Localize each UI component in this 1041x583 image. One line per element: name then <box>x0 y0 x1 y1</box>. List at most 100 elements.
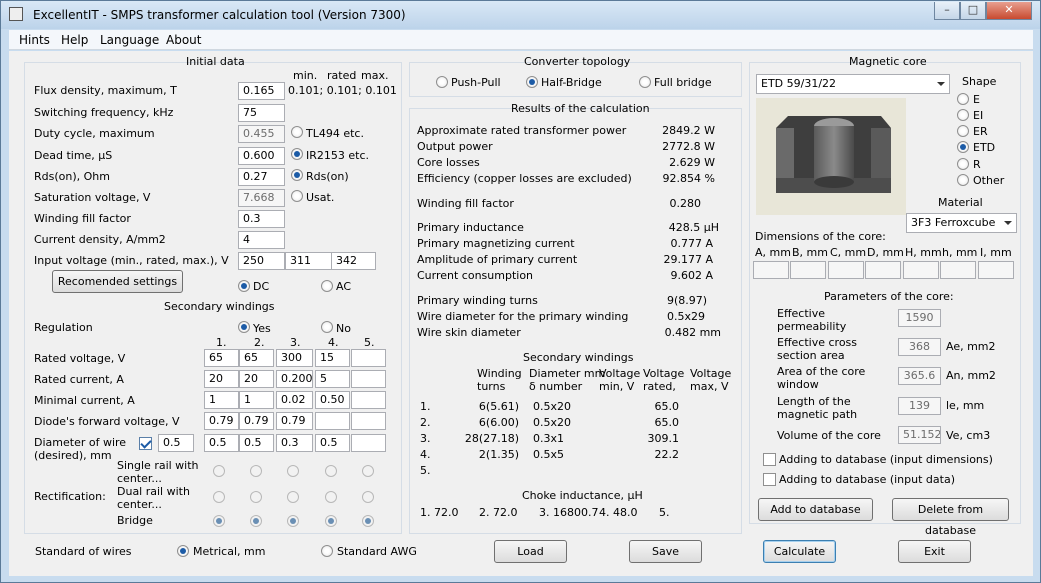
rated-current-2[interactable]: 20 <box>239 370 274 388</box>
exit-button[interactable]: Exit <box>898 540 971 563</box>
shape-ei-radio[interactable] <box>957 109 969 121</box>
material-select[interactable]: 3F3 Ferroxcube <box>906 213 1017 233</box>
rdson-radio[interactable] <box>291 169 303 181</box>
diode-5[interactable] <box>351 412 386 430</box>
flux-input[interactable]: 0.165 <box>238 82 285 100</box>
tl494-radio[interactable] <box>291 126 303 138</box>
maximize-icon[interactable]: □ <box>960 2 986 20</box>
shape-other-radio[interactable] <box>957 174 969 186</box>
rds-input[interactable]: 0.27 <box>238 168 285 186</box>
rated-voltage-2[interactable]: 65 <box>239 349 274 367</box>
dual-rail-radio-3[interactable] <box>287 491 299 503</box>
diameter-1[interactable]: 0.5 <box>204 434 239 452</box>
dead-input[interactable]: 0.600 <box>238 147 285 165</box>
menu-about[interactable]: About <box>166 33 201 47</box>
vin-min-input[interactable]: 250 <box>238 252 285 270</box>
duty-input[interactable]: 0.455 <box>238 125 285 143</box>
diameter-3[interactable]: 0.3 <box>276 434 313 452</box>
half-bridge-radio[interactable] <box>526 76 538 88</box>
perm-input[interactable]: 1590 <box>898 309 941 327</box>
dual-rail-radio-1[interactable] <box>213 491 225 503</box>
regulation-yes-radio[interactable] <box>238 321 250 333</box>
bridge-radio-1[interactable] <box>213 515 225 527</box>
ac-radio[interactable] <box>321 280 333 292</box>
vin-rated-input[interactable]: 311 <box>285 252 332 270</box>
diameter-default-input[interactable]: 0.5 <box>158 434 194 452</box>
an-input[interactable]: 365.6 <box>898 367 941 385</box>
vin-max-input[interactable]: 342 <box>331 252 376 270</box>
shape-er-radio[interactable] <box>957 125 969 137</box>
bridge-radio-4[interactable] <box>325 515 337 527</box>
close-icon[interactable]: ✕ <box>986 2 1032 20</box>
dim-a-input[interactable] <box>753 261 789 279</box>
minimal-current-3[interactable]: 0.02 <box>276 391 313 409</box>
le-input[interactable]: 139 <box>898 397 941 415</box>
minimal-current-2[interactable]: 1 <box>239 391 274 409</box>
dual-rail-radio-2[interactable] <box>250 491 262 503</box>
dim-h-input[interactable] <box>903 261 939 279</box>
shape-r-radio[interactable] <box>957 158 969 170</box>
rated-current-1[interactable]: 20 <box>204 370 239 388</box>
diode-1[interactable]: 0.79 <box>204 412 239 430</box>
calculate-button[interactable]: Calculate <box>763 540 836 563</box>
diameter-2[interactable]: 0.5 <box>239 434 274 452</box>
dc-radio[interactable] <box>238 280 250 292</box>
recommended-settings-button[interactable]: Recomended settings <box>52 270 183 293</box>
core-select[interactable]: ETD 59/31/22 <box>756 74 950 94</box>
diameter-4[interactable]: 0.5 <box>315 434 350 452</box>
rated-voltage-1[interactable]: 65 <box>204 349 239 367</box>
rated-voltage-4[interactable]: 15 <box>315 349 350 367</box>
diode-3[interactable]: 0.79 <box>276 412 313 430</box>
add-to-database-button[interactable]: Add to database <box>758 498 873 521</box>
menu-hints[interactable]: Hints <box>19 33 50 47</box>
diode-2[interactable]: 0.79 <box>239 412 274 430</box>
awg-radio[interactable] <box>321 545 333 557</box>
shape-e-radio[interactable] <box>957 93 969 105</box>
dual-rail-radio-4[interactable] <box>325 491 337 503</box>
ir2153-radio[interactable] <box>291 148 303 160</box>
rated-current-5[interactable] <box>351 370 386 388</box>
bridge-radio-5[interactable] <box>362 515 374 527</box>
diameter-checkbox[interactable] <box>139 437 152 450</box>
dim-d-input[interactable] <box>865 261 901 279</box>
minimize-icon[interactable]: – <box>934 2 960 20</box>
ve-input[interactable]: 51.152 <box>898 426 941 444</box>
diode-4[interactable] <box>315 412 350 430</box>
minimal-current-5[interactable] <box>351 391 386 409</box>
current-density-input[interactable]: 4 <box>238 231 285 249</box>
rated-current-4[interactable]: 5 <box>315 370 350 388</box>
single-rail-radio-5[interactable] <box>362 465 374 477</box>
single-rail-radio-3[interactable] <box>287 465 299 477</box>
rated-voltage-3[interactable]: 300 <box>276 349 313 367</box>
delete-from-database-button[interactable]: Delete from database <box>892 498 1009 537</box>
single-rail-radio-2[interactable] <box>250 465 262 477</box>
db-dims-checkbox[interactable] <box>763 453 776 466</box>
db-data-checkbox[interactable] <box>763 473 776 486</box>
single-rail-radio-4[interactable] <box>325 465 337 477</box>
rated-voltage-5[interactable] <box>351 349 386 367</box>
dual-rail-radio-5[interactable] <box>362 491 374 503</box>
menu-language[interactable]: Language <box>100 33 159 47</box>
dim-i-input[interactable] <box>978 261 1014 279</box>
save-button[interactable]: Save <box>629 540 702 563</box>
dim-h2-input[interactable] <box>940 261 976 279</box>
load-button[interactable]: Load <box>494 540 567 563</box>
ae-input[interactable]: 368 <box>898 338 941 356</box>
fill-input[interactable]: 0.3 <box>238 210 285 228</box>
shape-etd-radio[interactable] <box>957 141 969 153</box>
rated-current-3[interactable]: 0.200 <box>276 370 313 388</box>
dim-b-input[interactable] <box>790 261 826 279</box>
full-bridge-radio[interactable] <box>639 76 651 88</box>
metric-radio[interactable] <box>177 545 189 557</box>
sat-input[interactable]: 7.668 <box>238 189 285 207</box>
regulation-no-radio[interactable] <box>321 321 333 333</box>
usat-radio[interactable] <box>291 190 303 202</box>
push-pull-radio[interactable] <box>436 76 448 88</box>
freq-input[interactable]: 75 <box>238 104 285 122</box>
bridge-radio-2[interactable] <box>250 515 262 527</box>
menu-help[interactable]: Help <box>61 33 88 47</box>
diameter-5[interactable] <box>351 434 386 452</box>
minimal-current-1[interactable]: 1 <box>204 391 239 409</box>
minimal-current-4[interactable]: 0.50 <box>315 391 350 409</box>
dim-c-input[interactable] <box>828 261 864 279</box>
